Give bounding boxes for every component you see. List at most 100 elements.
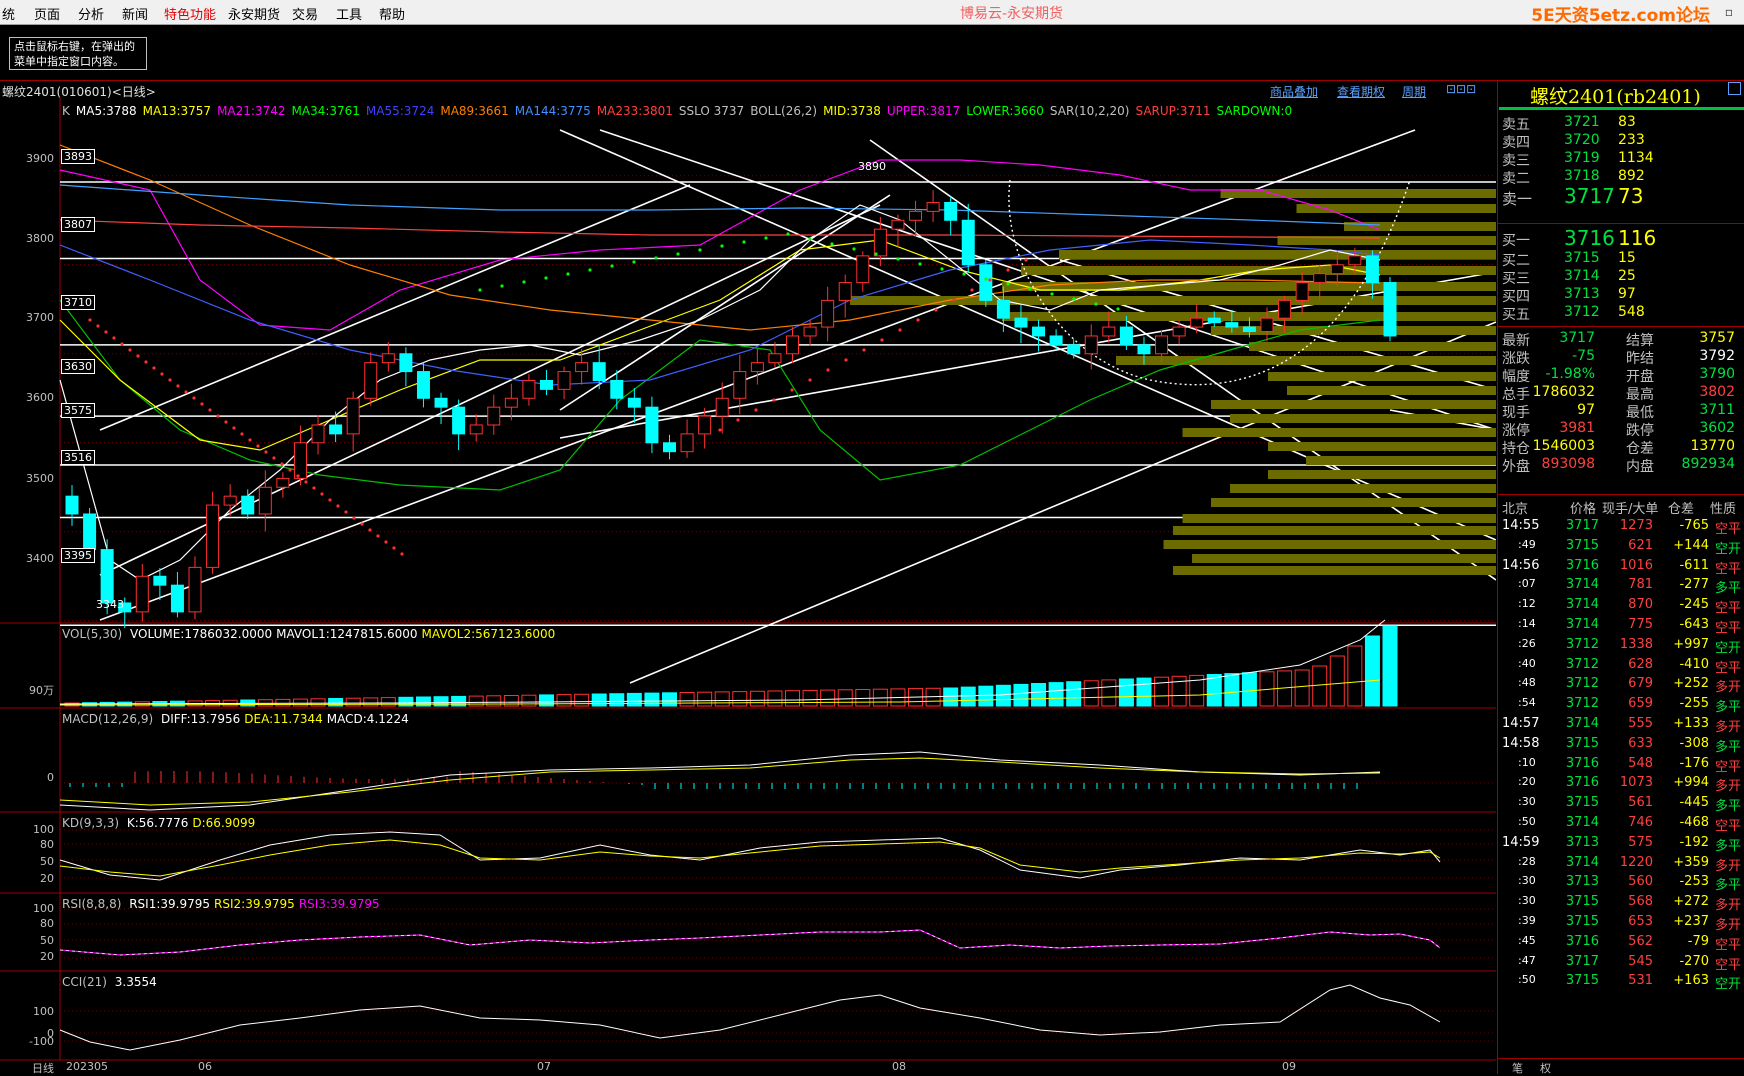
candle-body <box>1155 335 1169 355</box>
candle-body <box>469 424 483 435</box>
tick-price: 3713 <box>1565 834 1599 850</box>
stat-value: 3757 <box>1699 330 1735 346</box>
stat-value: 3981 <box>1559 420 1595 436</box>
ma-line <box>59 219 1381 239</box>
volume-bar <box>802 689 818 707</box>
tick-type: 多平 <box>1714 739 1741 755</box>
candle-body <box>1067 344 1081 355</box>
ma-line <box>59 184 1381 226</box>
tick-price: 3714 <box>1565 716 1599 731</box>
candle-body <box>768 353 782 364</box>
ticks-header-cell: 现手/大单 <box>1602 502 1659 517</box>
volume-bar <box>978 685 994 707</box>
sar-dot <box>772 398 776 402</box>
candle-body <box>416 371 430 399</box>
tick-type: 多开 <box>1714 779 1741 795</box>
candle-body <box>610 379 624 399</box>
y-tick-3400: 3400 <box>26 552 54 565</box>
sar-dot <box>272 456 276 460</box>
volume-bar <box>538 694 554 707</box>
tick-type: 空平 <box>1714 957 1741 973</box>
tick-oi-change: -468 <box>1679 815 1709 830</box>
candle-body <box>1278 299 1292 319</box>
sar-dot <box>522 280 526 284</box>
sar-dot <box>764 236 768 240</box>
candle-body <box>452 406 466 435</box>
cci-items: 3.3554 <box>111 975 157 989</box>
sar-dot <box>288 468 292 472</box>
tick-type: 多开 <box>1714 898 1741 914</box>
profile-bar <box>1287 386 1496 395</box>
tick-price: 3713 <box>1565 874 1599 890</box>
tick-price: 3716 <box>1565 775 1599 791</box>
kd-label: KD(9,3,3) <box>62 816 120 830</box>
vol-tick: 90万 <box>29 684 54 697</box>
candle-body <box>715 397 729 417</box>
sar-dot <box>152 366 156 370</box>
tick-time: 14:59 <box>1502 834 1540 850</box>
candle-body <box>873 228 887 257</box>
tick-oi-change: -308 <box>1679 735 1709 751</box>
ticks-header-cell: 北京 <box>1502 502 1529 517</box>
tick-type: 空平 <box>1714 522 1741 537</box>
ask-price: 3718 <box>1564 168 1600 184</box>
level-tag-3630: 3630 <box>61 359 95 374</box>
profile-bar <box>1268 372 1496 381</box>
tick-time: :40 <box>1518 656 1536 670</box>
volume-bar <box>1031 683 1047 707</box>
level-tag-3893: 3893 <box>61 149 95 164</box>
vol-legend: VOL(5,30) VOLUME:1786032.0000 MAVOL1:1247… <box>62 627 555 641</box>
tick-volume: 679 <box>1628 676 1653 692</box>
stat-value: 3790 <box>1699 366 1735 382</box>
volume-bar <box>1048 682 1064 707</box>
tick-oi-change: -245 <box>1679 597 1709 613</box>
profile-bar <box>1059 250 1496 259</box>
tick-price: 3714 <box>1565 597 1599 613</box>
ma-legend-7: MA144:3775 <box>514 104 591 118</box>
window-restore-icon[interactable]: ▫ <box>1714 0 1744 24</box>
stat-label: 仓差 <box>1626 441 1654 457</box>
tick-oi-change: -765 <box>1679 518 1709 533</box>
candle-body <box>1365 255 1379 284</box>
bid-label: 买四 <box>1502 289 1530 305</box>
rsi-label: RSI(8,8,8) <box>62 897 122 911</box>
tick-volume: 555 <box>1628 716 1653 731</box>
volume-bar <box>785 690 801 707</box>
candle-body <box>1119 326 1133 346</box>
tick-type: 空平 <box>1714 937 1741 953</box>
ma-legend-0: K <box>62 104 70 118</box>
stat-label: 持仓 <box>1502 441 1530 457</box>
stat-label: 最低 <box>1626 405 1654 421</box>
ma-legend-6: MA89:3661 <box>440 104 509 118</box>
candle-body <box>575 362 589 373</box>
tick-oi-change: -253 <box>1679 874 1709 890</box>
rsi-items-0: RSI1:39.9795 <box>129 897 211 911</box>
sar-dot <box>934 308 938 312</box>
name-underline <box>1499 107 1744 110</box>
cci-items-0: 3.3554 <box>114 975 157 989</box>
kd-tick-20: 20 <box>40 872 54 885</box>
panel-maximize-icon[interactable] <box>1728 82 1741 95</box>
tick-oi-change: -611 <box>1679 557 1709 573</box>
volume-bar <box>1364 635 1380 707</box>
candle-body <box>1032 326 1046 337</box>
ma-legend-9: SSLO 3737 <box>678 104 745 118</box>
tick-volume: 775 <box>1628 617 1653 632</box>
tick-time: :50 <box>1518 815 1536 828</box>
level-tag-3575: 3575 <box>61 403 95 418</box>
stat-value: -75 <box>1572 348 1595 364</box>
sar-dot <box>376 534 380 538</box>
sar-dot <box>264 450 268 454</box>
panel-frames <box>0 97 1496 1061</box>
stat-value: 3602 <box>1699 420 1735 436</box>
macd-tick: 0 <box>47 771 54 784</box>
sar-dot <box>336 504 340 508</box>
profile-bar <box>1182 428 1496 437</box>
tick-volume: 781 <box>1628 577 1653 593</box>
sar-dot <box>192 396 196 400</box>
ma-legend-4: MA34:3761 <box>291 104 360 118</box>
tick-volume: 531 <box>1628 973 1653 989</box>
ma-line <box>59 204 1381 581</box>
tick-type: 多平 <box>1714 838 1741 854</box>
y-tick-3800: 3800 <box>26 232 54 245</box>
